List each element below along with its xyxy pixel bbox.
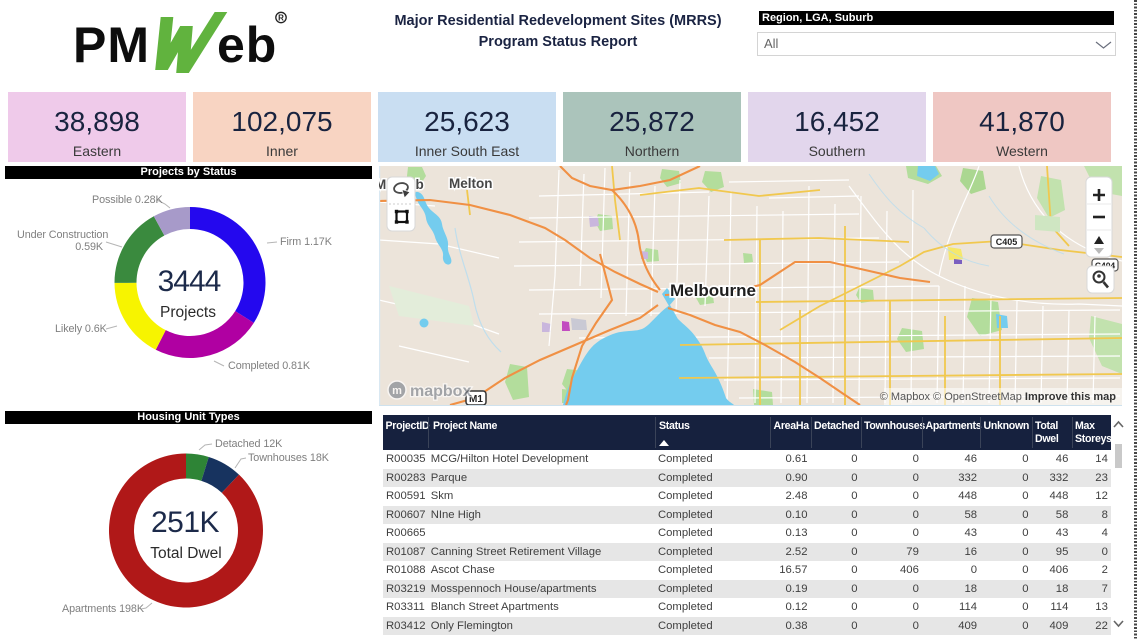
svg-text:251K: 251K xyxy=(151,506,220,539)
svg-text:3444: 3444 xyxy=(158,265,221,298)
svg-text:© Mapbox © OpenStreetMap Impro: © Mapbox © OpenStreetMap Improve this ma… xyxy=(880,391,1117,403)
svg-text:eb: eb xyxy=(217,17,277,73)
svg-text:Total Dwel: Total Dwel xyxy=(150,545,222,562)
svg-text:R: R xyxy=(278,14,284,23)
svg-text:C405: C405 xyxy=(996,237,1018,247)
svg-text:Projects: Projects xyxy=(160,304,216,321)
svg-text:Melbourne: Melbourne xyxy=(670,281,756,300)
svg-text:Melton: Melton xyxy=(449,176,493,191)
svg-text:mapbox: mapbox xyxy=(410,383,471,400)
svg-text:PM: PM xyxy=(73,17,150,73)
svg-text:m: m xyxy=(392,385,402,397)
